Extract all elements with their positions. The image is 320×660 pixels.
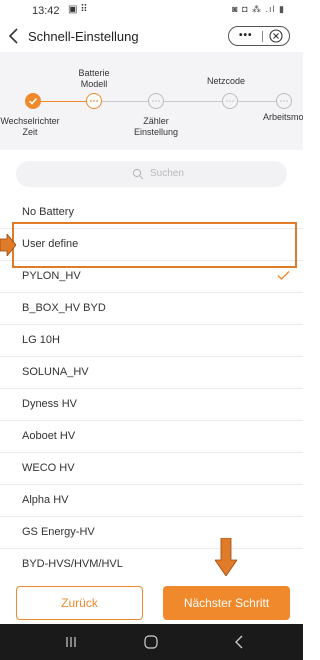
step-connector — [41, 101, 86, 102]
list-item[interactable]: Aoboet HV — [0, 421, 303, 453]
step-dot-current — [86, 93, 102, 109]
miniapp-capsule: ••• — [228, 26, 290, 46]
step-progress: Wechselrichter Zeit Batterie Modell Zähl… — [0, 52, 303, 150]
next-step-button[interactable]: Nächster Schritt — [163, 586, 290, 620]
step-label-meter-settings: Zähler Einstellung — [133, 116, 179, 137]
step-label-battery-model: Batterie Modell — [78, 68, 110, 89]
list-item-label: WECO HV — [22, 462, 75, 474]
list-item-label: SOLUNA_HV — [22, 366, 89, 378]
list-item[interactable]: Dyness HV — [0, 389, 303, 421]
page-title: Schnell-Einstellung — [28, 29, 139, 44]
list-item-label: Dyness HV — [22, 398, 78, 410]
step-label-working-mode: Arbeitsmo — [263, 112, 303, 122]
dots-icon — [90, 100, 98, 102]
chevron-left-icon[interactable] — [6, 26, 22, 46]
step-dot-done — [25, 93, 41, 109]
home-icon[interactable] — [143, 634, 159, 650]
list-item-label: BYD-HVS/HVM/HVL — [22, 558, 123, 570]
dots-icon — [152, 100, 160, 102]
list-item[interactable]: Alpha HV — [0, 485, 303, 517]
list-item-label: PYLON_HV — [22, 270, 81, 282]
step-dot-pending — [222, 93, 238, 109]
step-dot-pending — [276, 93, 292, 109]
arrow-down-icon — [215, 538, 237, 576]
list-item[interactable]: GS Energy-HV — [0, 517, 303, 549]
selection-highlight-box — [12, 222, 297, 268]
list-item-label: LG 10H — [22, 334, 60, 346]
back-nav-icon[interactable] — [234, 635, 244, 649]
check-icon — [277, 271, 290, 280]
step-label-grid-code: Netzcode — [206, 76, 246, 86]
list-item-label: Aoboet HV — [22, 430, 76, 442]
step-label-inverter-time: Wechselrichter Zeit — [0, 116, 60, 137]
title-bar: Schnell-Einstellung ••• — [0, 22, 303, 52]
list-item[interactable]: SOLUNA_HV — [0, 357, 303, 389]
close-circle-icon[interactable] — [269, 29, 283, 43]
notification-icons: ▣ ⠿ — [68, 4, 88, 15]
step-dot-pending — [148, 93, 164, 109]
list-item-label: B_BOX_HV BYD — [22, 302, 106, 314]
check-icon — [28, 97, 38, 105]
system-navigation-bar — [0, 624, 303, 660]
dots-icon — [280, 100, 288, 102]
list-item-label: Alpha HV — [22, 494, 69, 506]
arrow-right-icon — [0, 234, 16, 256]
list-item[interactable]: WECO HV — [0, 453, 303, 485]
search-input[interactable]: Suchen — [16, 161, 287, 187]
recent-apps-icon[interactable] — [64, 635, 78, 649]
capsule-divider — [262, 31, 263, 42]
list-item[interactable]: B_BOX_HV BYD — [0, 293, 303, 325]
step-connector — [102, 101, 148, 102]
status-time: 13:42 — [32, 5, 60, 17]
list-item-label: No Battery — [22, 206, 74, 218]
step-connector — [164, 101, 222, 102]
list-item-label: GS Energy-HV — [22, 526, 95, 538]
more-icon[interactable]: ••• — [239, 30, 253, 41]
step-connector — [238, 101, 276, 102]
status-bar: 13:42 ▣ ⠿ ◙ ◘ ⁂ .ıl ▮ — [0, 0, 303, 22]
back-button[interactable]: Zurück — [16, 586, 143, 620]
footer-actions: Zurück Nächster Schritt — [0, 576, 303, 624]
search-placeholder: Suchen — [150, 168, 184, 179]
list-item[interactable]: LG 10H — [0, 325, 303, 357]
dots-icon — [226, 100, 234, 102]
system-status-icons: ◙ ◘ ⁂ .ıl ▮ — [232, 4, 285, 14]
search-icon — [132, 168, 144, 180]
